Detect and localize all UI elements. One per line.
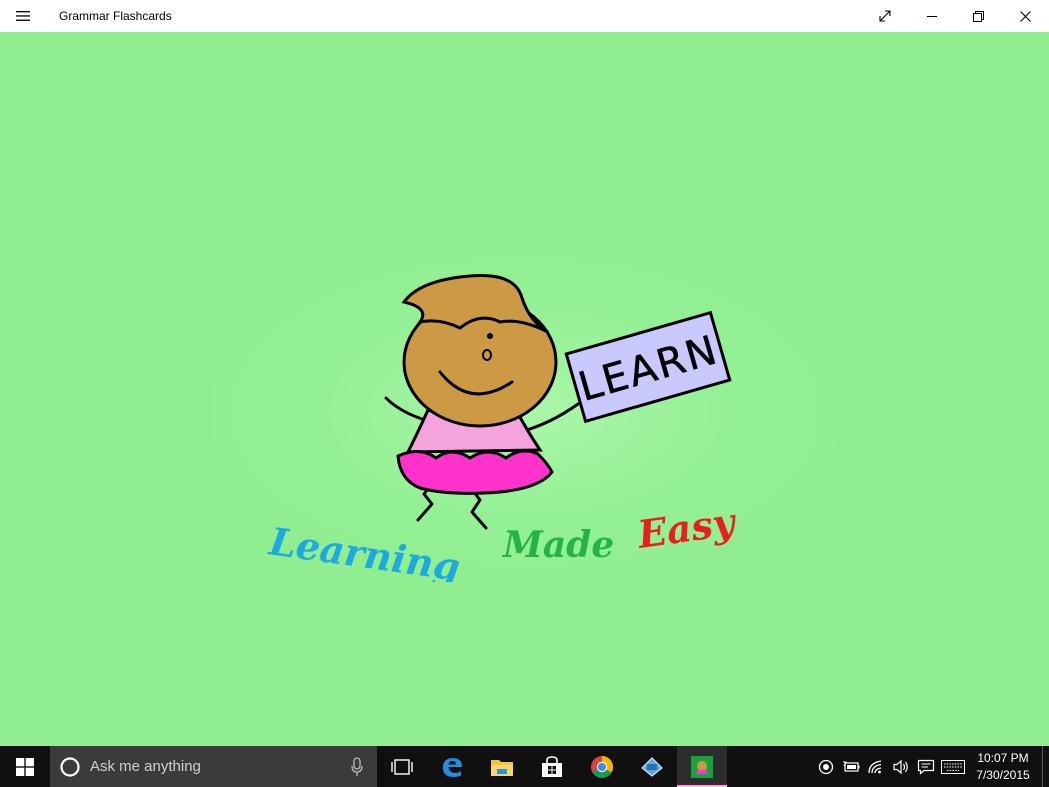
girl-eye	[487, 333, 493, 339]
tray-volume-button[interactable]	[888, 746, 913, 787]
clock-time: 10:07 PM	[977, 750, 1029, 765]
volume-icon	[892, 759, 908, 774]
tray-action-center-button[interactable]	[913, 746, 938, 787]
tray-keyboard-button[interactable]	[938, 746, 968, 787]
action-center-icon	[917, 759, 934, 775]
learning-made-easy-illustration: LEARN Learning Made Easy	[266, 273, 740, 582]
expand-icon	[878, 10, 891, 22]
tagline-easy: Easy	[634, 498, 740, 557]
taskbar: 10:07 PM 7/30/2015	[0, 746, 1049, 787]
windows-logo-icon	[16, 757, 34, 776]
chrome-taskbar-button[interactable]	[577, 746, 627, 787]
system-tray: 10:07 PM 7/30/2015	[813, 746, 1049, 787]
edge-icon	[443, 757, 462, 777]
cortana-button[interactable]	[50, 756, 90, 778]
show-desktop-button[interactable]	[1042, 746, 1049, 787]
splash-screen: LEARN Learning Made Easy	[0, 32, 1049, 746]
cortana-search-box[interactable]	[50, 746, 377, 787]
battery-icon	[842, 761, 859, 772]
task-view-button[interactable]	[377, 746, 427, 787]
search-input[interactable]	[90, 758, 330, 775]
window-title: Grammar Flashcards	[59, 9, 172, 23]
tray-wifi-button[interactable]	[863, 746, 888, 787]
task-view-icon	[391, 758, 413, 775]
grammar-flashcards-taskbar-button[interactable]	[677, 746, 727, 787]
remote-desktop-taskbar-button[interactable]	[627, 746, 677, 787]
restore-button[interactable]	[955, 0, 1002, 32]
edge-taskbar-button[interactable]	[427, 746, 477, 787]
close-icon	[1020, 10, 1031, 22]
hamburger-icon	[16, 11, 30, 21]
cortana-circle-icon	[60, 756, 80, 777]
store-icon	[542, 755, 562, 777]
microphone-icon[interactable]	[351, 757, 363, 777]
remote-desktop-icon	[641, 756, 663, 777]
tagline-made: Made	[501, 524, 614, 566]
restore-icon	[973, 10, 984, 22]
minimize-button[interactable]	[908, 0, 955, 32]
start-button[interactable]	[0, 746, 50, 787]
tagline-learning: Learning	[266, 518, 463, 582]
clock-date: 7/30/2015	[976, 767, 1030, 782]
wifi-icon	[867, 759, 881, 773]
grammar-flashcards-app-icon	[691, 755, 713, 778]
file-explorer-taskbar-button[interactable]	[477, 746, 527, 787]
window-controls	[861, 0, 1049, 32]
full-screen-button[interactable]	[861, 0, 908, 32]
tray-record-button[interactable]	[813, 746, 838, 787]
title-bar: Grammar Flashcards	[0, 0, 1049, 32]
taskbar-clock[interactable]: 10:07 PM 7/30/2015	[968, 750, 1038, 784]
close-button[interactable]	[1002, 0, 1049, 32]
hamburger-menu-button[interactable]	[0, 0, 46, 32]
tray-battery-button[interactable]	[838, 746, 863, 787]
girl-skirt	[396, 449, 554, 495]
file-explorer-icon	[491, 759, 513, 776]
learn-sign: LEARN	[564, 310, 732, 424]
minimize-icon	[926, 16, 937, 17]
store-taskbar-button[interactable]	[527, 746, 577, 787]
record-circle-icon	[818, 759, 833, 774]
keyboard-icon	[941, 759, 965, 774]
chrome-icon	[591, 755, 613, 778]
